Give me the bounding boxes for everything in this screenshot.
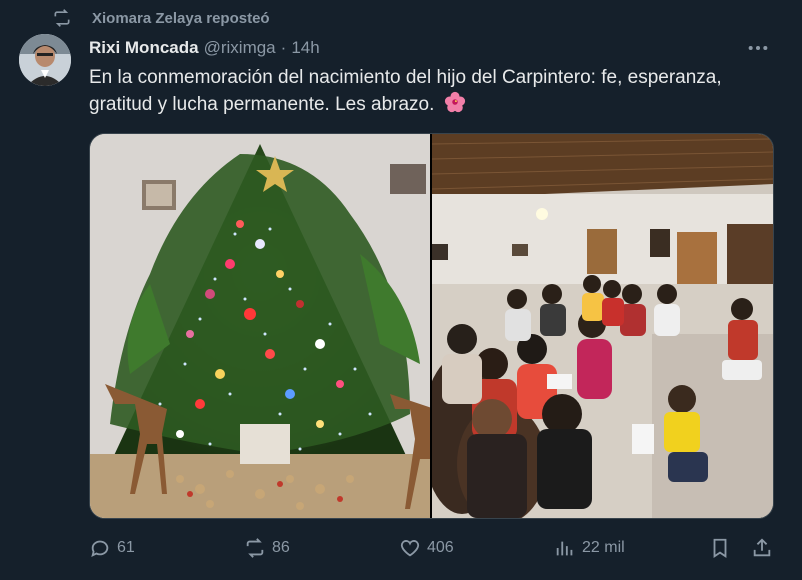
reply-count: 61 bbox=[117, 539, 135, 556]
photo-christmas-tree[interactable] bbox=[90, 134, 430, 518]
views-icon bbox=[556, 541, 573, 556]
tweet-text: En la conmemoración del nacimiento del h… bbox=[89, 64, 789, 121]
tweet-body: En la conmemoración del nacimiento del h… bbox=[89, 67, 722, 115]
photo-gathering[interactable] bbox=[432, 134, 773, 518]
like-count: 406 bbox=[427, 539, 454, 556]
tweet-time[interactable]: 14h bbox=[291, 38, 319, 58]
repost-count: 86 bbox=[272, 539, 290, 556]
separator-dot: · bbox=[280, 38, 287, 57]
share-icon bbox=[753, 538, 771, 557]
more-options-icon[interactable] bbox=[746, 38, 770, 58]
repost-indicator[interactable]: Xiomara Zelaya reposteó bbox=[52, 8, 270, 28]
bookmark-button[interactable] bbox=[709, 537, 737, 559]
repost-icon bbox=[54, 9, 70, 27]
heart-icon bbox=[400, 540, 420, 557]
author-handle[interactable]: @riximga bbox=[204, 38, 276, 58]
avatar[interactable] bbox=[19, 34, 71, 86]
reply-icon bbox=[91, 540, 109, 558]
tweet-header: Rixi Moncada @riximga · 14h bbox=[89, 36, 782, 60]
share-button[interactable] bbox=[751, 537, 779, 559]
views-button[interactable]: 22 mil bbox=[554, 537, 625, 559]
views-count: 22 mil bbox=[582, 539, 625, 556]
like-button[interactable]: 406 bbox=[399, 537, 454, 559]
media-grid[interactable] bbox=[89, 133, 774, 519]
repost-button[interactable]: 86 bbox=[244, 537, 290, 559]
repost-label: Xiomara Zelaya reposteó bbox=[92, 9, 270, 27]
reply-button[interactable]: 61 bbox=[89, 537, 135, 559]
bookmark-icon bbox=[713, 538, 727, 558]
repost-icon bbox=[246, 538, 264, 558]
hibiscus-icon bbox=[444, 91, 466, 121]
author-name[interactable]: Rixi Moncada bbox=[89, 38, 199, 58]
action-bar: 61 86 406 22 mil bbox=[89, 535, 783, 561]
